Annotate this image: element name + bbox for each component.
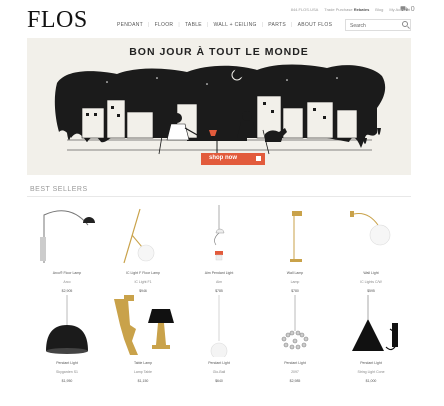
search-input[interactable]: Search bbox=[345, 19, 411, 31]
product-name[interactable]: Pendant Light bbox=[334, 361, 408, 366]
aim-pendant-image bbox=[214, 205, 225, 261]
site-header: FLOS 844.FLOS.USA Trade Purchase Rebates… bbox=[0, 0, 444, 38]
trade-link[interactable]: Trade Purchase Rebates bbox=[324, 7, 369, 13]
nav-item-pendant[interactable]: PENDANT bbox=[112, 22, 148, 29]
shop-now-button[interactable]: shop now bbox=[201, 153, 265, 165]
product-card[interactable]: Wall Lamp Lamp $780 bbox=[258, 205, 332, 300]
nav-item-floor[interactable]: FLOOR bbox=[150, 22, 179, 29]
product-card[interactable]: Wall Light IC Lights C/W $595 bbox=[334, 205, 408, 300]
nav-item-table[interactable]: TABLE bbox=[180, 22, 207, 29]
product-price: $2,985 bbox=[289, 379, 301, 383]
blog-link[interactable]: Blog bbox=[375, 7, 383, 13]
product-name[interactable]: Wall Light bbox=[334, 271, 408, 276]
phone-number[interactable]: 844.FLOS.USA bbox=[291, 7, 319, 13]
product-card[interactable]: Pendant Light Glo-Ball $640 bbox=[182, 295, 256, 390]
product-name[interactable]: Arco® Floor Lamp bbox=[30, 271, 104, 276]
product-name[interactable]: Pendant Light bbox=[182, 361, 256, 366]
search-icon[interactable] bbox=[402, 21, 408, 27]
glo-ball-pendant-image bbox=[210, 295, 228, 357]
nav-item-parts[interactable]: PARTS bbox=[263, 22, 291, 29]
product-sub: Glo-Ball bbox=[212, 370, 226, 374]
section-title: BEST SELLERS bbox=[30, 186, 88, 193]
product-price: $946 bbox=[139, 289, 147, 293]
ic-wall-light-image bbox=[350, 211, 391, 246]
nav-item-wall-ceiling[interactable]: WALL + CEILING bbox=[209, 22, 262, 29]
utility-bar: 844.FLOS.USA Trade Purchase Rebates Blog… bbox=[291, 7, 410, 13]
product-card[interactable]: IC Light F Floor Lamp IC Light F1 $946 bbox=[106, 205, 180, 300]
hero-title: BON JOUR À TOUT LE MONDE bbox=[129, 46, 309, 58]
skygarden-pendant-image bbox=[46, 295, 88, 354]
product-sub: Aim bbox=[215, 280, 223, 284]
product-sub: Arco bbox=[63, 280, 71, 284]
flos-logo[interactable]: FLOS bbox=[27, 7, 88, 33]
product-name[interactable]: Pendant Light bbox=[30, 361, 104, 366]
product-sub: IC Lights C/W bbox=[360, 280, 382, 284]
product-price: $1,950 bbox=[61, 379, 73, 383]
product-name[interactable]: IC Light F Floor Lamp bbox=[106, 271, 180, 276]
product-sub: IC Light F1 bbox=[134, 280, 152, 284]
product-sub: Lamp bbox=[290, 280, 300, 284]
arco-floor-lamp-image bbox=[40, 210, 95, 263]
gun-table-lamp-image bbox=[148, 309, 174, 349]
product-price: $780 bbox=[291, 289, 299, 293]
product-card[interactable]: Pendant Light String Light Cone $1,000 bbox=[334, 295, 408, 390]
section-divider bbox=[27, 196, 411, 197]
hero-banner[interactable]: BON JOUR À TOUT LE MONDE shop now bbox=[27, 38, 411, 175]
cart-icon: ⛟ bbox=[400, 6, 409, 13]
product-card[interactable]: Pendant Light 2097 $2,985 bbox=[258, 295, 332, 390]
product-price: $640 bbox=[215, 379, 223, 383]
chandelier-image bbox=[281, 295, 309, 350]
product-sub: String Light Cone bbox=[357, 370, 385, 374]
product-card[interactable]: Pendant Light Skygarden S1 $1,950 bbox=[30, 295, 104, 390]
cart-button[interactable]: ⛟ 0 bbox=[400, 5, 415, 14]
product-price: $595 bbox=[367, 289, 375, 293]
main-nav: PENDANT | FLOOR | TABLE | WALL + CEILING | P… bbox=[112, 22, 337, 29]
cart-count: 0 bbox=[410, 6, 415, 13]
product-price: $1,000 bbox=[365, 379, 377, 383]
product-name[interactable]: Wall Lamp bbox=[258, 271, 332, 276]
string-light-cone-image bbox=[352, 295, 398, 351]
nav-item-about[interactable]: ABOUT FLOS bbox=[293, 22, 338, 29]
ic-floor-lamp-image bbox=[123, 208, 155, 264]
product-sub: Skygarden S1 bbox=[56, 370, 78, 374]
product-name[interactable]: Pendant Light bbox=[258, 361, 332, 366]
product-sub: 2097 bbox=[291, 370, 299, 374]
product-name[interactable]: Aim Pendant Light bbox=[182, 271, 256, 276]
product-card[interactable]: Aim Pendant Light Aim $785 bbox=[182, 205, 256, 300]
product-price: $2,905 bbox=[61, 289, 73, 293]
product-card[interactable]: Arco® Floor Lamp Arco $2,905 bbox=[30, 205, 104, 300]
wall-lamp-image bbox=[290, 211, 302, 262]
product-card[interactable] bbox=[142, 295, 180, 390]
product-price: $785 bbox=[215, 289, 223, 293]
